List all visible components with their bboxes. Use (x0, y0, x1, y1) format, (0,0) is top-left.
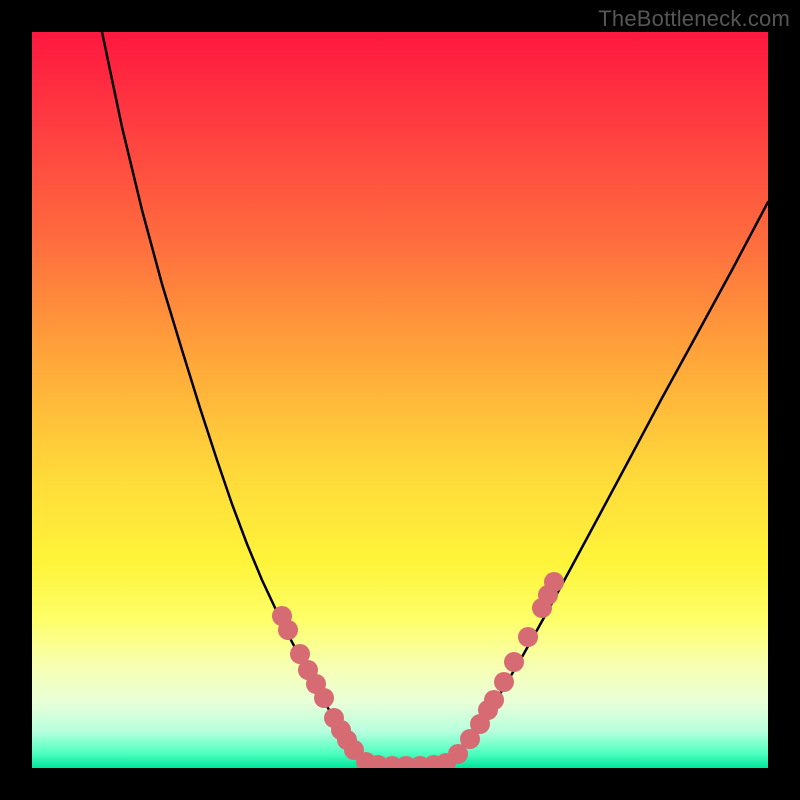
curve-path-group (102, 32, 768, 766)
curve-marker (518, 627, 538, 647)
curve-marker (484, 690, 504, 710)
curve-marker (278, 620, 298, 640)
chart-frame: TheBottleneck.com (0, 0, 800, 800)
curve-marker (544, 572, 564, 592)
bottleneck-curve-svg (32, 32, 768, 768)
curve-marker (494, 672, 514, 692)
watermark-text: TheBottleneck.com (598, 6, 790, 32)
curve-markers-group (272, 572, 564, 768)
bottleneck-curve (102, 32, 768, 766)
plot-area (32, 32, 768, 768)
curve-marker (314, 688, 334, 708)
curve-marker (504, 652, 524, 672)
